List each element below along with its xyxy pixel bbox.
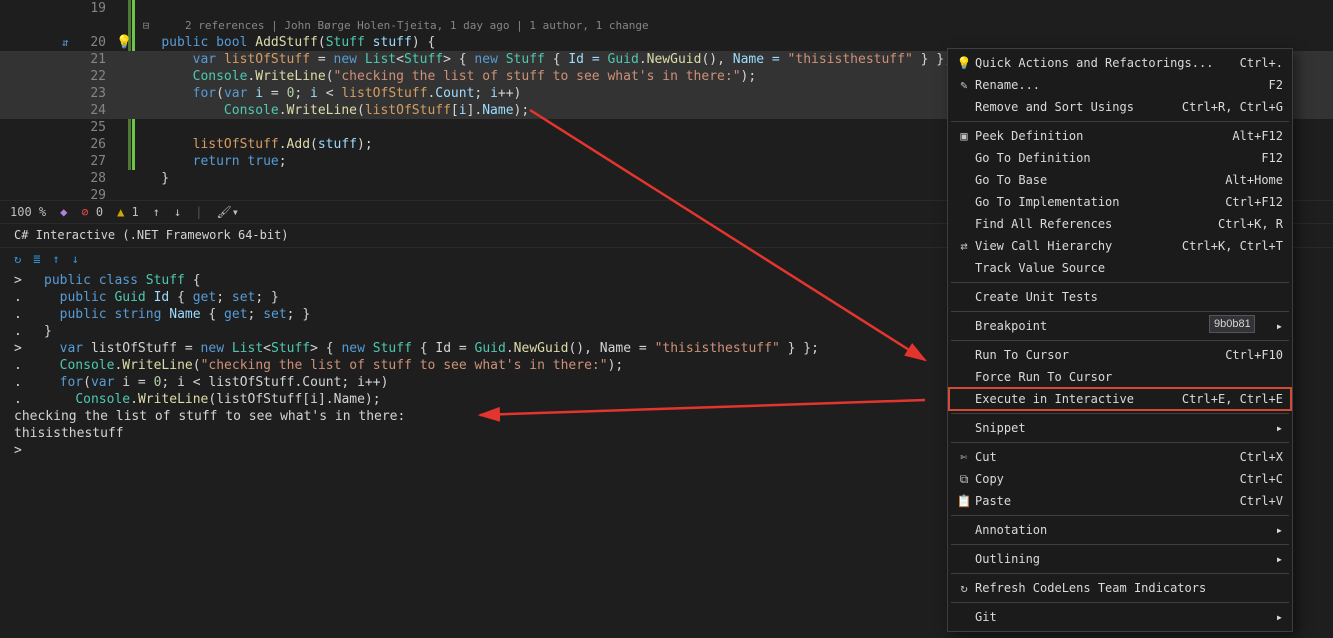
menu-go-to-implementation[interactable]: Go To ImplementationCtrl+F12 [949,191,1291,213]
menu-go-to-base[interactable]: Go To BaseAlt+Home [949,169,1291,191]
hierarchy-icon: ⇄ [953,239,975,253]
menu-quick-actions[interactable]: 💡Quick Actions and Refactorings...Ctrl+. [949,52,1291,74]
history-up-icon[interactable]: ↑ [52,252,59,266]
line-number: 19 [0,0,112,17]
menu-breakpoint[interactable]: Breakpoint▸ [949,315,1291,337]
prev-issue-icon[interactable]: ↑ [153,205,160,219]
paste-icon: 📋 [953,494,975,508]
lightbulb-icon: 💡 [953,56,975,70]
line-number: 23 [0,85,112,102]
copy-icon: ⧉ [953,472,975,487]
menu-find-all-references[interactable]: Find All ReferencesCtrl+K, R [949,213,1291,235]
menu-go-to-definition[interactable]: Go To DefinitionF12 [949,147,1291,169]
menu-cut[interactable]: ✄CutCtrl+X [949,446,1291,468]
codelens-info[interactable]: 2 references | John Børge Holen-Tjeita, … [0,17,1333,34]
menu-paste[interactable]: 📋PasteCtrl+V [949,490,1291,512]
history-down-icon[interactable]: ↓ [72,252,79,266]
warnings-count[interactable]: ▲ 1 [117,205,139,219]
peek-icon: ▣ [953,129,975,143]
chevron-right-icon: ▸ [1268,610,1283,624]
menu-rename[interactable]: ✎Rename...F2 [949,74,1291,96]
menu-remove-sort-usings[interactable]: Remove and Sort UsingsCtrl+R, Ctrl+G [949,96,1291,118]
line-number: 24 [0,102,112,119]
errors-count[interactable]: ⊘ 0 [81,205,103,219]
line-number: 21 [0,51,112,68]
zoom-level[interactable]: 100 % [10,205,46,219]
chevron-right-icon: ▸ [1268,523,1283,537]
brush-icon[interactable]: 🖌▾ [216,205,238,219]
health-icon[interactable]: ◆ [60,205,67,219]
chevron-right-icon: ▸ [1268,552,1283,566]
menu-refresh-codelens[interactable]: ↻Refresh CodeLens Team Indicators [949,577,1291,599]
menu-copy[interactable]: ⧉CopyCtrl+C [949,468,1291,490]
line-number: 26 [0,136,112,153]
rename-icon: ✎ [953,78,975,92]
menu-view-call-hierarchy[interactable]: ⇄View Call HierarchyCtrl+K, Ctrl+T [949,235,1291,257]
menu-snippet[interactable]: Snippet▸ [949,417,1291,439]
line-number: 20 [0,34,112,51]
reset-icon[interactable]: ↻ [14,252,21,266]
menu-force-run-to-cursor[interactable]: Force Run To Cursor [949,366,1291,388]
menu-execute-in-interactive[interactable]: Execute in InteractiveCtrl+E, Ctrl+E [949,388,1291,410]
menu-track-value-source[interactable]: Track Value Source [949,257,1291,279]
menu-outlining[interactable]: Outlining▸ [949,548,1291,570]
menu-git[interactable]: Git▸ [949,606,1291,628]
menu-run-to-cursor[interactable]: Run To CursorCtrl+F10 [949,344,1291,366]
next-issue-icon[interactable]: ↓ [174,205,181,219]
breakpoint-input[interactable] [1209,315,1255,333]
refresh-icon: ↻ [953,581,975,595]
line-number: 25 [0,119,112,136]
interactive-prompt[interactable]: > [14,442,44,459]
clear-icon[interactable]: ≣ [33,252,40,266]
cut-icon: ✄ [953,450,975,464]
chevron-right-icon: ▸ [1268,421,1283,435]
context-menu[interactable]: 💡Quick Actions and Refactorings...Ctrl+.… [947,48,1293,632]
menu-annotation[interactable]: Annotation▸ [949,519,1291,541]
menu-peek-definition[interactable]: ▣Peek DefinitionAlt+F12 [949,125,1291,147]
fold-toggle-icon[interactable]: ⊟ [140,17,152,34]
line-number: 27 [0,153,112,170]
line-number: 22 [0,68,112,85]
menu-create-unit-tests[interactable]: Create Unit Tests [949,286,1291,308]
chevron-right-icon: ▸ [1268,319,1283,333]
line-number: 28 [0,170,112,187]
